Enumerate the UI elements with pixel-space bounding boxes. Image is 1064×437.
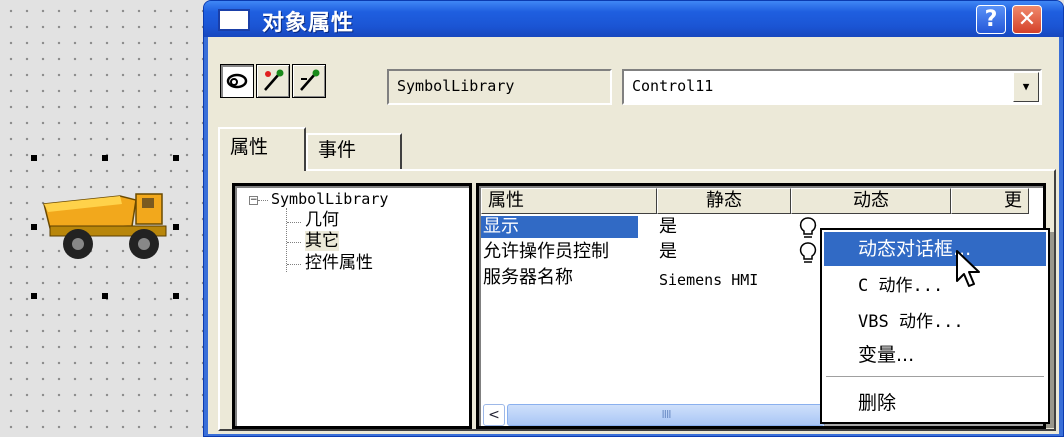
menu-item-dynamic-dialog[interactable]: 动态对话框... (824, 232, 1046, 266)
tree-item-geometry[interactable]: 几何 (305, 210, 339, 230)
window-icon (218, 9, 250, 31)
lightbulb-icon[interactable] (797, 241, 819, 265)
collapse-icon[interactable]: − (249, 196, 258, 205)
selection-handle[interactable] (173, 293, 179, 299)
row-display-name[interactable]: 显示 (481, 216, 638, 238)
window-title: 对象属性 (262, 11, 355, 36)
tab-events[interactable]: 事件 (306, 133, 402, 171)
row-server-name-name[interactable]: 服务器名称 (483, 267, 573, 289)
selection-handle[interactable] (31, 224, 37, 230)
tree-item-control-properties[interactable]: 控件属性 (305, 253, 373, 273)
pin-icon[interactable] (256, 64, 290, 98)
object-name-value: Control11 (632, 77, 714, 95)
pin-edit-icon[interactable] (292, 64, 326, 98)
menu-separator (826, 376, 1044, 377)
dynamic-context-menu: 动态对话框... C 动作... VBS 动作... 变量... 删除 (820, 228, 1050, 424)
tree-connector (287, 264, 301, 265)
tree-item-other[interactable]: 其它 (305, 231, 339, 251)
row-operator-control-static[interactable]: 是 (659, 241, 677, 263)
row-server-name-static[interactable]: Siemens HMI (659, 269, 758, 291)
column-header-dynamic[interactable]: 动态 (791, 188, 951, 214)
tab-properties[interactable]: 属性 (218, 127, 306, 171)
selection-handle[interactable] (173, 155, 179, 161)
tree-connector (258, 200, 268, 201)
column-header-static[interactable]: 静态 (657, 188, 791, 214)
menu-item-c-action[interactable]: C 动作... (824, 268, 1046, 302)
tree-connector (286, 208, 287, 272)
help-button[interactable]: ? (976, 5, 1006, 34)
horizontal-scrollbar[interactable]: < IIII (483, 404, 825, 426)
dump-truck-icon (43, 193, 167, 259)
lightbulb-icon[interactable] (797, 216, 819, 240)
tree-root[interactable]: SymbolLibrary (271, 190, 388, 208)
title-bar[interactable]: 对象属性 ? ✕ (204, 1, 1063, 37)
selection-handle[interactable] (102, 155, 108, 161)
scroll-left-arrow-icon[interactable]: < (483, 404, 505, 426)
object-name-combobox[interactable]: Control11 ▼ (622, 69, 1042, 105)
selected-truck-object[interactable] (31, 155, 179, 299)
close-button[interactable]: ✕ (1012, 5, 1042, 34)
mouse-pointer-icon (956, 250, 980, 287)
chevron-down-icon[interactable]: ▼ (1013, 72, 1039, 102)
menu-item-vbs-action[interactable]: VBS 动作... (824, 304, 1046, 338)
library-name-field: SymbolLibrary (387, 69, 612, 105)
row-display-static[interactable]: 是 (659, 216, 677, 238)
menu-item-delete[interactable]: 删除 (824, 386, 1046, 420)
tree-connector (287, 242, 301, 243)
tree-connector (287, 222, 301, 223)
menu-item-tag[interactable]: 变量... (824, 338, 1046, 372)
selection-handle[interactable] (31, 293, 37, 299)
menu-item-vbs-action-label: VBS 动作... (858, 312, 964, 332)
selection-handle[interactable] (102, 293, 108, 299)
column-header-property[interactable]: 属性 (481, 188, 657, 214)
selection-handle[interactable] (31, 155, 37, 161)
column-header-more[interactable]: 更 (951, 188, 1029, 214)
row-operator-control-name[interactable]: 允许操作员控制 (483, 241, 609, 263)
scroll-thumb[interactable]: IIII (507, 404, 825, 426)
property-tree[interactable]: − SymbolLibrary 几何 其它 控件属性 (232, 183, 472, 429)
menu-item-c-action-label: C 动作... (858, 276, 944, 296)
link-icon[interactable] (220, 64, 254, 98)
